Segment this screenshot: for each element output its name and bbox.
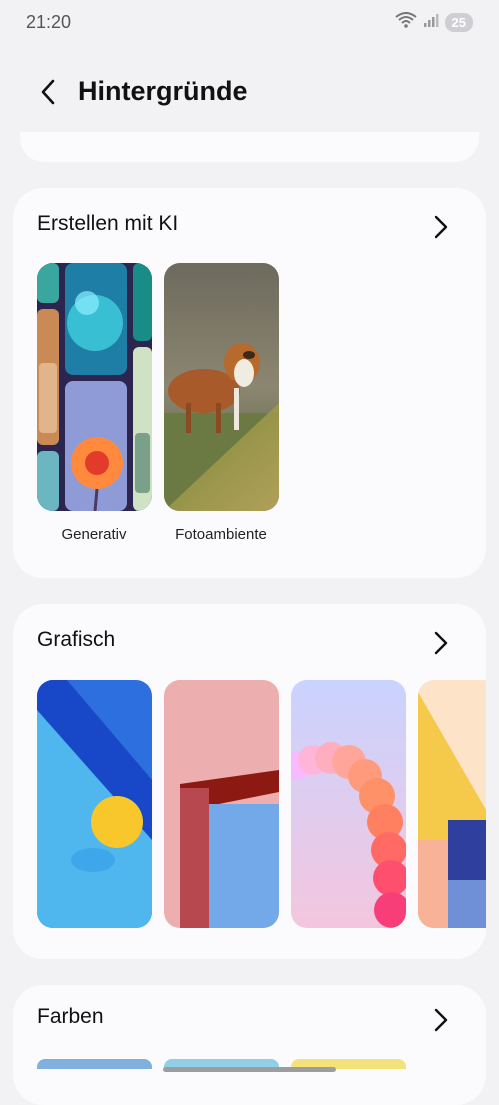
graphic-wallpaper-thumbnail[interactable] xyxy=(164,680,279,928)
status-icons: 25 xyxy=(394,12,473,33)
photo-ambient-wallpaper-thumbnail[interactable] xyxy=(164,263,279,511)
colors-section-title: Farben xyxy=(37,1005,104,1028)
ai-section-card: Erstellen mit KI Generativ Fotoambiente xyxy=(13,188,486,578)
generative-label: Generativ xyxy=(61,526,127,543)
app-bar: Hintergründe xyxy=(0,62,499,122)
photo-ambient-label: Fotoambiente xyxy=(175,526,267,543)
previous-section-card[interactable] xyxy=(20,132,479,162)
graphic-section-card: Grafisch xyxy=(13,604,486,959)
graphic-wallpaper-thumbnail[interactable] xyxy=(291,680,406,928)
wifi-icon xyxy=(394,12,417,33)
chevron-right-icon xyxy=(426,1005,456,1035)
generative-wallpaper-thumbnail[interactable] xyxy=(37,263,152,511)
status-bar: 21:20 25 xyxy=(0,0,499,46)
graphic-wallpaper-thumbnail[interactable] xyxy=(418,680,486,928)
back-arrow-icon xyxy=(41,79,55,105)
signal-icon xyxy=(423,12,439,33)
graphic-wallpaper-thumbnail[interactable] xyxy=(37,680,152,928)
home-indicator[interactable] xyxy=(163,1067,336,1072)
battery-indicator: 25 xyxy=(444,13,473,32)
graphic-section-header[interactable]: Grafisch xyxy=(37,628,462,658)
page-title: Hintergründe xyxy=(78,76,248,106)
chevron-right-icon xyxy=(426,628,456,658)
graphic-section-title: Grafisch xyxy=(37,628,116,651)
chevron-right-icon xyxy=(426,212,456,242)
back-button[interactable] xyxy=(30,74,66,110)
color-wallpaper-thumbnail[interactable] xyxy=(37,1059,152,1069)
ai-section-title: Erstellen mit KI xyxy=(37,212,179,235)
ai-section-header[interactable]: Erstellen mit KI xyxy=(37,212,462,242)
colors-section-card: Farben xyxy=(13,985,486,1105)
clock: 21:20 xyxy=(26,12,72,32)
colors-section-header[interactable]: Farben xyxy=(37,1005,462,1035)
